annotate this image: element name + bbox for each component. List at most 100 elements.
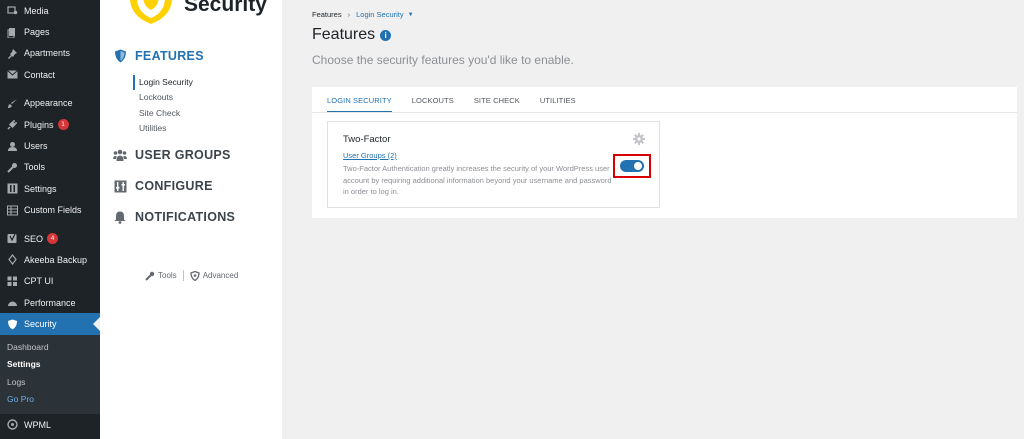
subnav-utilities[interactable]: Utilities xyxy=(133,121,193,136)
menu-item-tools[interactable]: Tools xyxy=(0,157,100,178)
nav-section-label: CONFIGURE xyxy=(135,179,213,193)
tab-login-security[interactable]: LOGIN SECURITY xyxy=(327,96,392,113)
menu-item-performance[interactable]: Performance xyxy=(0,292,100,313)
two-factor-toggle-highlight[interactable] xyxy=(613,154,651,178)
subnav-site-check[interactable]: Site Check xyxy=(133,106,193,121)
users-group-icon xyxy=(113,148,127,162)
user-icon xyxy=(6,140,18,152)
menu-label: WPML xyxy=(24,419,51,430)
subnav-login-security[interactable]: Login Security xyxy=(133,75,193,91)
shield-check-icon xyxy=(113,49,127,63)
menu-label: SEO xyxy=(24,233,44,244)
seo-icon xyxy=(6,233,18,245)
nav-section-label: FEATURES xyxy=(135,49,204,63)
menu-item-security[interactable]: Security xyxy=(0,313,100,335)
footer-divider xyxy=(182,270,184,281)
menu-label: Contact xyxy=(24,69,56,80)
wrench-icon xyxy=(6,161,18,173)
subnav-lockouts[interactable]: Lockouts xyxy=(133,90,193,105)
menu-item-settings[interactable]: Settings xyxy=(0,178,100,199)
plug-icon xyxy=(6,119,18,131)
feature-card-two-factor: Two-Factor User Groups (2) Two-Factor Au… xyxy=(327,121,660,208)
toggle-knob xyxy=(634,162,642,170)
menu-item-apartments[interactable]: Apartments xyxy=(0,43,100,64)
submenu-item-go-pro[interactable]: Go Pro xyxy=(0,391,100,409)
page-title: Features xyxy=(312,26,376,43)
nav-section-user-groups[interactable]: USER GROUPS xyxy=(113,148,231,162)
menu-item-pages[interactable]: Pages xyxy=(0,21,100,42)
tab-utilities[interactable]: UTILITIES xyxy=(540,96,576,113)
menu-label: Performance xyxy=(24,297,76,308)
update-count-badge: 1 xyxy=(57,119,69,131)
submenu-item-settings[interactable]: Settings xyxy=(0,356,100,374)
menu-label: CPT UI xyxy=(24,276,54,287)
info-icon[interactable]: i xyxy=(380,29,392,41)
akeeba-icon xyxy=(6,254,18,266)
menu-item-media[interactable]: Media xyxy=(0,0,100,21)
tab-site-check[interactable]: SITE CHECK xyxy=(474,96,520,113)
performance-icon xyxy=(6,297,18,309)
grid-icon xyxy=(6,275,18,287)
mail-icon xyxy=(6,69,18,81)
menu-label: Tools xyxy=(24,162,46,173)
table-icon xyxy=(6,204,18,216)
tools-link-label: Tools xyxy=(158,271,177,280)
menu-separator xyxy=(0,86,100,93)
menu-label: Users xyxy=(24,141,48,152)
breadcrumb-root[interactable]: Features xyxy=(312,10,342,19)
shield-badge-icon xyxy=(190,270,200,281)
page-subtitle: Choose the security features you'd like … xyxy=(312,53,574,67)
menu-item-contact[interactable]: Contact xyxy=(0,64,100,85)
menu-label: Media xyxy=(24,5,49,16)
menu-item-akeeba-backup[interactable]: Akeeba Backup xyxy=(0,249,100,270)
submenu-item-dashboard[interactable]: Dashboard xyxy=(0,339,100,357)
menu-item-wpml[interactable]: WPML xyxy=(0,414,100,435)
pages-icon xyxy=(6,26,18,38)
nav-section-configure[interactable]: CONFIGURE xyxy=(113,179,213,193)
tab-lockouts[interactable]: LOCKOUTS xyxy=(412,96,454,113)
settings-icon xyxy=(6,183,18,195)
chevron-right-icon: › xyxy=(347,10,351,19)
advanced-link-label: Advanced xyxy=(202,271,239,280)
tab-divider xyxy=(312,112,1017,113)
nav-section-label: NOTIFICATIONS xyxy=(135,210,236,224)
advanced-link[interactable]: Advanced xyxy=(190,270,239,281)
menu-item-appearance[interactable]: Appearance xyxy=(0,93,100,114)
wp-admin-menu: Media Pages Apartments Contact Appearanc… xyxy=(0,0,100,439)
plugin-nav-panel: Security FEATURES Login Security Lockout… xyxy=(100,0,282,439)
menu-item-cpt-ui[interactable]: CPT UI xyxy=(0,271,100,292)
main-content: Features › Login Security ▼ Features i C… xyxy=(282,0,1024,439)
security-submenu: Dashboard Settings Logs Go Pro xyxy=(0,334,100,414)
pin-icon xyxy=(6,47,18,59)
sliders-icon xyxy=(113,179,127,193)
shield-icon xyxy=(6,318,18,330)
user-groups-link[interactable]: User Groups (2) xyxy=(343,151,397,160)
menu-label: Appearance xyxy=(24,98,73,109)
menu-item-seo[interactable]: SEO 4 xyxy=(0,228,100,249)
menu-label: Pages xyxy=(24,27,50,38)
menu-label: Apartments xyxy=(24,48,71,59)
features-panel: LOGIN SECURITY LOCKOUTS SITE CHECK UTILI… xyxy=(312,87,1017,218)
menu-item-users[interactable]: Users xyxy=(0,135,100,156)
brush-icon xyxy=(6,97,18,109)
menu-label: Security xyxy=(24,319,57,330)
menu-separator xyxy=(0,221,100,228)
feature-card-title: Two-Factor xyxy=(343,134,391,145)
gear-icon[interactable] xyxy=(633,133,645,145)
wrench-icon xyxy=(145,271,155,281)
submenu-item-logs[interactable]: Logs xyxy=(0,374,100,392)
nav-section-features[interactable]: FEATURES xyxy=(113,49,204,63)
tools-link[interactable]: Tools xyxy=(145,271,177,281)
caret-down-icon[interactable]: ▼ xyxy=(408,12,414,18)
two-factor-toggle[interactable] xyxy=(620,160,644,172)
breadcrumb-current[interactable]: Login Security xyxy=(356,10,404,19)
wpml-icon xyxy=(6,419,18,431)
menu-item-plugins[interactable]: Plugins 1 xyxy=(0,114,100,135)
bell-icon xyxy=(113,210,127,224)
nav-footer: Tools Advanced xyxy=(145,270,238,281)
menu-label: Akeeba Backup xyxy=(24,254,88,265)
menu-item-custom-fields[interactable]: Custom Fields xyxy=(0,200,100,221)
nav-section-notifications[interactable]: NOTIFICATIONS xyxy=(113,210,235,224)
breadcrumb: Features › Login Security ▼ xyxy=(312,10,414,19)
page-title-row: Features i xyxy=(312,26,392,44)
